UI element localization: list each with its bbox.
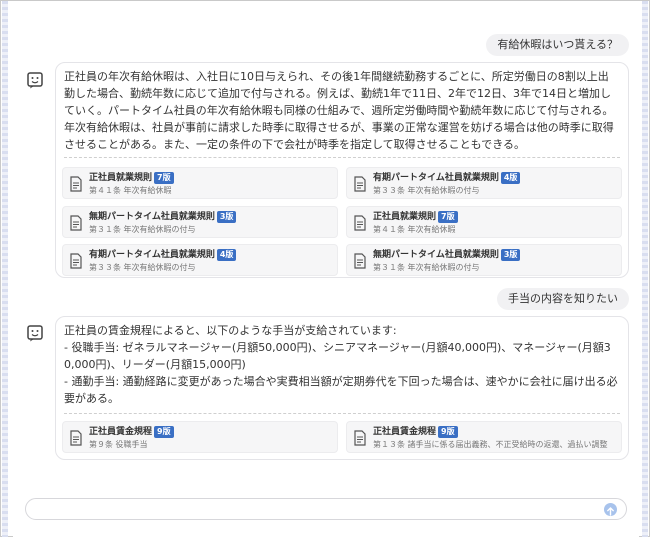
version-badge: 9版 <box>154 426 174 438</box>
reference-title-line: 有期パートタイム社員就業規則 4版 <box>89 249 237 261</box>
version-badge: 3版 <box>216 211 237 223</box>
reference-title: 正社員賃金規程 <box>89 427 153 437</box>
version-badge: 7版 <box>154 172 174 184</box>
reference-detail: 第１３条 諸手当に係る届出義務、不正受給時の返還、過払い調整 <box>373 440 608 449</box>
document-icon <box>354 253 366 269</box>
assistant-message: 正社員の年次有給休暇は、入社日に10日与えられ、その後1年間継続勤務するごとに、… <box>55 62 629 278</box>
window-edge-right <box>642 1 648 537</box>
divider <box>64 157 620 158</box>
reference-detail: 第４１条 年次有給休暇 <box>89 186 172 195</box>
reference-detail: 第３１条 年次有給休暇の付与 <box>373 263 480 272</box>
document-icon <box>354 215 366 231</box>
reference-detail: 第９条 役職手当 <box>89 440 148 449</box>
version-badge: 4版 <box>216 249 237 261</box>
reference-title: 正社員賃金規程 <box>373 427 437 437</box>
bot-face-icon <box>27 72 43 89</box>
document-icon <box>70 176 82 192</box>
send-arrow-icon <box>607 507 614 516</box>
reference-title-line: 有期パートタイム社員就業規則 4版 <box>373 172 521 184</box>
reference-title-line: 無期パートタイム社員就業規則 3版 <box>89 211 237 223</box>
reference-title-line: 正社員賃金規程 9版 <box>373 426 458 438</box>
version-badge: 4版 <box>500 172 521 184</box>
reference-card[interactable]: 正社員就業規則 7版 第４１条 年次有給休暇 <box>62 167 338 199</box>
reference-card[interactable]: 正社員就業規則 7版 第４１条 年次有給休暇 <box>346 206 622 238</box>
document-icon <box>70 253 82 269</box>
chat-area[interactable]: 有給休暇はいつ貰える？ 正社員の年次有給休暇は、入社日に10日与えられ、その後1… <box>13 1 639 537</box>
reference-detail: 第３３条 年次有給休暇の付与 <box>373 186 480 195</box>
reference-detail: 第３１条 年次有給休暇の付与 <box>89 225 196 234</box>
reference-title: 正社員就業規則 <box>373 212 437 222</box>
reference-card[interactable]: 無期パートタイム社員就業規則 3版 第３１条 年次有給休暇の付与 <box>346 244 622 276</box>
reference-card[interactable]: 正社員賃金規程 9版 第１３条 諸手当に係る届出義務、不正受給時の返還、過払い調整 <box>346 421 622 453</box>
reference-card[interactable]: 有期パートタイム社員就業規則 4版 第３３条 年次有給休暇の付与 <box>346 167 622 199</box>
version-badge: 9版 <box>438 426 458 438</box>
reference-title-line: 正社員就業規則 7版 <box>89 172 174 184</box>
reference-card[interactable]: 無期パートタイム社員就業規則 3版 第３１条 年次有給休暇の付与 <box>62 206 338 238</box>
document-icon <box>70 430 82 446</box>
window-edge-left <box>2 1 8 537</box>
user-message: 有給休暇はいつ貰える？ <box>486 34 629 56</box>
bot-face-icon <box>27 325 43 342</box>
assistant-answer: 正社員の賃金規程によると、以下のような手当が支給されています: - 役職手当: … <box>64 324 618 405</box>
reference-detail: 第４１条 年次有給休暇 <box>373 225 456 234</box>
divider <box>64 413 620 414</box>
reference-card[interactable]: 有期パートタイム社員就業規則 4版 第３３条 年次有給休暇の付与 <box>62 244 338 276</box>
user-message: 手当の内容を知りたい <box>497 288 629 310</box>
reference-card[interactable]: 正社員賃金規程 9版 第９条 役職手当 <box>62 421 338 453</box>
version-badge: 7版 <box>438 211 458 223</box>
reference-detail: 第３３条 年次有給休暇の付与 <box>89 263 196 272</box>
document-icon <box>354 176 366 192</box>
reference-title: 有期パートタイム社員就業規則 <box>373 173 499 183</box>
reference-title-line: 無期パートタイム社員就業規則 3版 <box>373 249 521 261</box>
chat-input[interactable] <box>25 498 627 520</box>
reference-title: 有期パートタイム社員就業規則 <box>89 250 215 260</box>
assistant-answer: 正社員の年次有給休暇は、入社日に10日与えられ、その後1年間継続勤務するごとに、… <box>64 70 614 151</box>
reference-title: 無期パートタイム社員就業規則 <box>89 212 215 222</box>
send-button[interactable] <box>604 503 617 516</box>
document-icon <box>70 215 82 231</box>
reference-title: 正社員就業規則 <box>89 173 153 183</box>
assistant-message: 正社員の賃金規程によると、以下のような手当が支給されています: - 役職手当: … <box>55 316 629 460</box>
reference-title-line: 正社員賃金規程 9版 <box>89 426 174 438</box>
document-icon <box>354 430 366 446</box>
reference-title-line: 正社員就業規則 7版 <box>373 211 458 223</box>
reference-title: 無期パートタイム社員就業規則 <box>373 250 499 260</box>
app-window: 有給休暇はいつ貰える？ 正社員の年次有給休暇は、入社日に10日与えられ、その後1… <box>0 0 650 537</box>
version-badge: 3版 <box>500 249 521 261</box>
